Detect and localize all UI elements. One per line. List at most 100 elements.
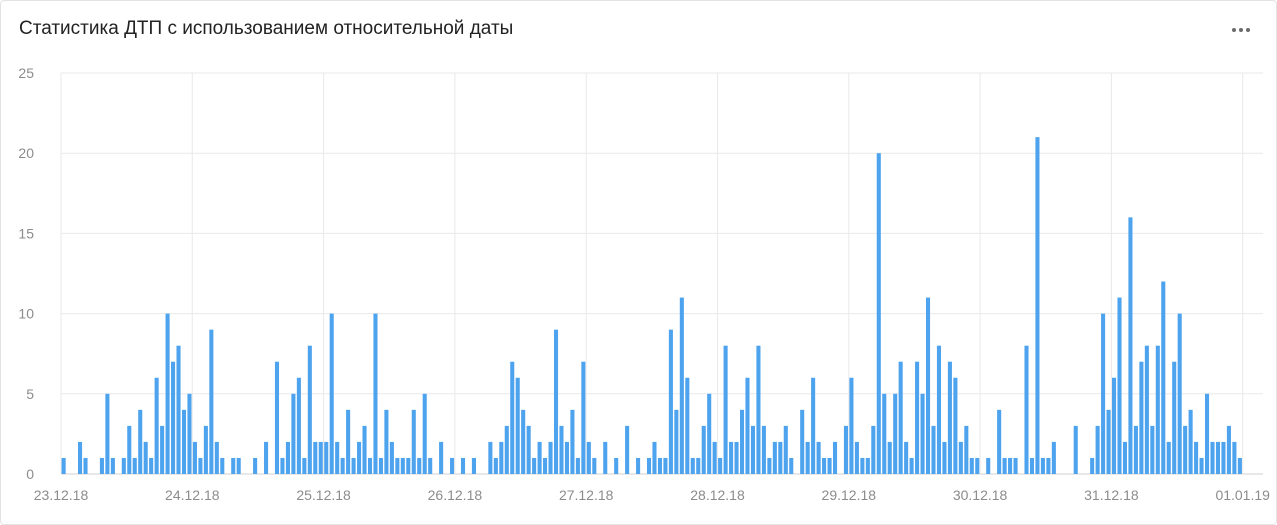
bar: [849, 377, 854, 474]
bar: [1122, 441, 1128, 474]
bar: [745, 377, 750, 474]
bar: [969, 457, 974, 474]
bar: [280, 457, 285, 474]
bar: [329, 313, 334, 474]
bar: [778, 441, 783, 474]
bar: [690, 457, 695, 474]
bar: [559, 425, 564, 474]
bar: [526, 425, 531, 474]
bar: [936, 345, 941, 474]
bar: [805, 441, 810, 474]
bar: [1133, 425, 1138, 474]
bar: [592, 457, 597, 474]
bar: [537, 441, 542, 474]
bar: [264, 441, 269, 474]
bar: [324, 441, 329, 474]
bar: [712, 441, 717, 474]
bar: [942, 441, 947, 474]
bar: [149, 457, 154, 474]
bar: [439, 441, 444, 474]
bar: [171, 361, 176, 474]
x-tick-label: 23.12.18: [34, 487, 89, 503]
y-tick-label: 25: [18, 65, 34, 81]
bar-chart: 0 5 10 15 20 25 23.12.18 24.12.18 25.12.18 26.12.…: [18, 65, 1270, 503]
bar: [564, 441, 569, 474]
bar: [340, 457, 345, 474]
bar: [493, 457, 498, 474]
bar: [1188, 409, 1193, 474]
bar: [674, 409, 679, 474]
bar: [1090, 457, 1095, 474]
bar: [553, 329, 559, 474]
bar: [1046, 457, 1051, 474]
bar: [603, 441, 608, 474]
bar: [187, 393, 192, 474]
bar: [975, 457, 980, 474]
bar: [274, 361, 280, 474]
bar: [548, 441, 553, 474]
bar: [1101, 313, 1106, 474]
bar: [964, 425, 969, 474]
bar: [657, 457, 662, 474]
bar: [570, 409, 575, 474]
y-tick-label: 15: [18, 225, 34, 241]
bar: [1166, 441, 1171, 474]
bar: [652, 441, 657, 474]
bar: [1177, 313, 1182, 474]
bar: [1205, 393, 1210, 474]
y-tick-label: 10: [18, 306, 34, 322]
bar: [707, 393, 712, 474]
bar: [471, 457, 476, 474]
bar: [1161, 281, 1166, 474]
bar: [882, 393, 887, 474]
bar: [411, 409, 416, 474]
bar: [761, 425, 766, 474]
bar: [701, 425, 706, 474]
bar: [947, 361, 952, 474]
bar: [378, 457, 383, 474]
bar: [1051, 441, 1056, 474]
bar: [668, 329, 673, 474]
bar: [1226, 425, 1231, 474]
bar: [1150, 425, 1155, 474]
bar: [739, 409, 745, 474]
bar: [1144, 345, 1149, 474]
bar: [827, 457, 832, 474]
bar: [395, 457, 400, 474]
bar: [450, 457, 455, 474]
bar: [384, 409, 389, 474]
bar: [253, 457, 258, 474]
bar: [373, 313, 378, 474]
bar: [367, 457, 373, 474]
x-tick-label: 30.12.18: [953, 487, 1008, 503]
bar: [143, 441, 148, 474]
bar: [871, 425, 876, 474]
bar: [499, 441, 504, 474]
bar: [986, 457, 991, 474]
bar: [1237, 457, 1242, 474]
bar: [685, 377, 690, 474]
bar: [422, 393, 427, 474]
bar: [581, 361, 586, 474]
bar: [176, 345, 181, 474]
bar: [723, 345, 728, 474]
bar: [756, 345, 761, 474]
bar: [1073, 425, 1078, 474]
bar: [313, 441, 318, 474]
bar: [357, 441, 362, 474]
bar: [160, 425, 165, 474]
bar: [1194, 441, 1199, 474]
bar: [351, 457, 356, 474]
bar: [318, 441, 323, 474]
bar: [876, 153, 881, 474]
bar: [898, 361, 903, 474]
bar: [154, 377, 159, 474]
bar: [783, 425, 788, 474]
bar: [772, 441, 777, 474]
x-tick-label: 27.12.18: [559, 487, 614, 503]
bar: [296, 377, 301, 474]
x-tick-label: 29.12.18: [822, 487, 877, 503]
bar: [734, 441, 739, 474]
x-tick-label: 24.12.18: [165, 487, 220, 503]
bar: [750, 425, 755, 474]
